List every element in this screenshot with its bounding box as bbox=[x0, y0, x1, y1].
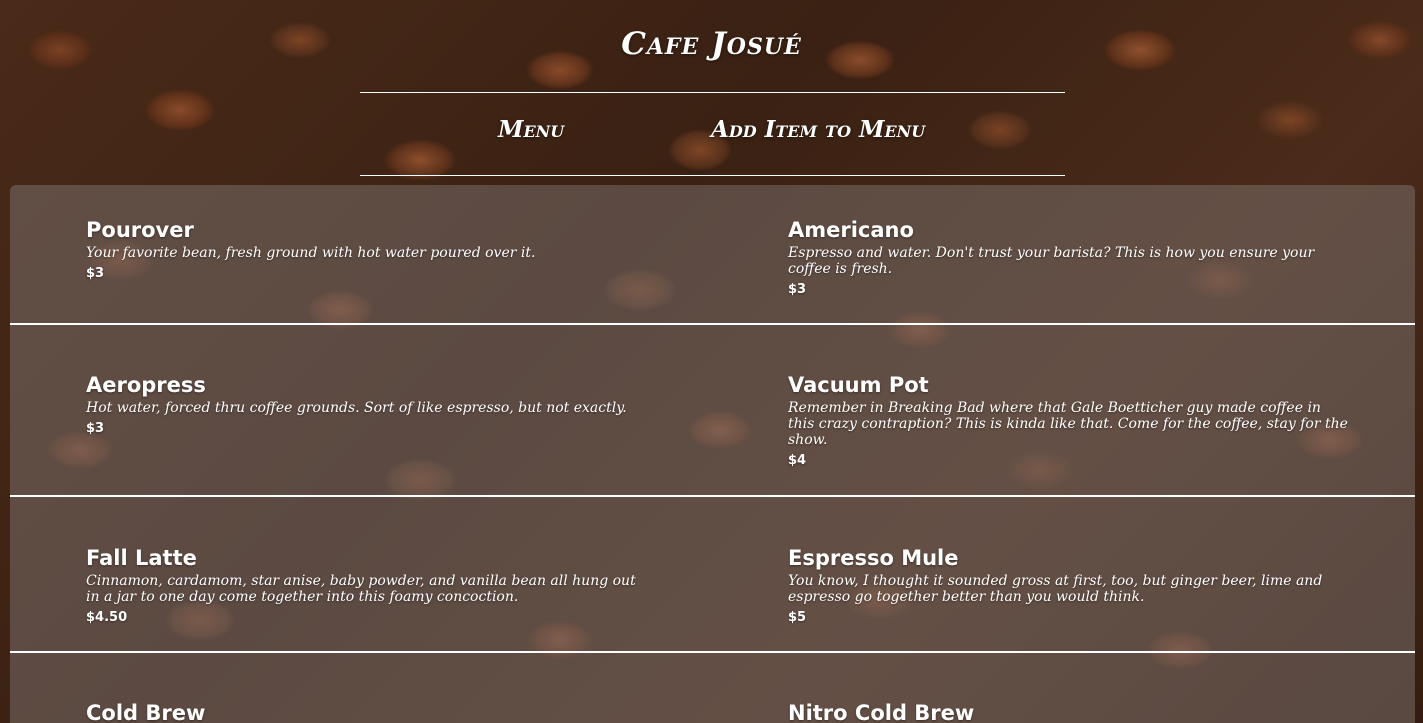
item-name: Aeropress bbox=[86, 373, 206, 397]
main-nav: Menu Add Item to Menu bbox=[0, 116, 1423, 156]
nav-add-item-link[interactable]: Add Item to Menu bbox=[711, 116, 925, 143]
item-name: Cold Brew bbox=[86, 701, 206, 723]
item-name: Pourover bbox=[86, 218, 194, 242]
header-top-divider bbox=[360, 92, 1065, 93]
menu-item: Vacuum Pot Remember in Breaking Bad wher… bbox=[788, 372, 1348, 469]
menu-item: Americano Espresso and water. Don't trus… bbox=[788, 217, 1348, 298]
item-description: Your favorite bean, fresh ground with ho… bbox=[86, 245, 536, 261]
item-name: Americano bbox=[788, 218, 914, 242]
menu-item: Pourover Your favorite bean, fresh groun… bbox=[86, 217, 646, 282]
item-name: Nitro Cold Brew bbox=[788, 701, 975, 723]
item-name: Espresso Mule bbox=[788, 546, 959, 570]
site-header: Cafe Josué Menu Add Item to Menu bbox=[0, 0, 1423, 185]
menu-item: Fall Latte Cinnamon, cardamom, star anis… bbox=[86, 545, 646, 626]
item-price: $4 bbox=[788, 453, 807, 468]
item-price: $4.50 bbox=[86, 610, 128, 625]
item-description: Espresso and water. Don't trust your bar… bbox=[788, 245, 1315, 277]
site-title: Cafe Josué bbox=[621, 26, 802, 62]
item-price: $3 bbox=[86, 421, 105, 436]
menu-item: Aeropress Hot water, forced thru coffee … bbox=[86, 372, 646, 437]
item-description: Remember in Breaking Bad where that Gale… bbox=[788, 400, 1348, 448]
item-description: Cinnamon, cardamom, star anise, baby pow… bbox=[86, 573, 636, 605]
item-description: Hot water, forced thru coffee grounds. S… bbox=[86, 400, 627, 416]
menu-row: Fall Latte Cinnamon, cardamom, star anis… bbox=[10, 497, 1415, 653]
menu-row: Pourover Your favorite bean, fresh groun… bbox=[10, 185, 1415, 325]
menu-item: Cold Brew bbox=[86, 700, 646, 723]
menu-row: Aeropress Hot water, forced thru coffee … bbox=[10, 325, 1415, 497]
nav-menu-link[interactable]: Menu bbox=[498, 116, 564, 143]
item-price: $3 bbox=[788, 282, 807, 297]
menu-row: Cold Brew Nitro Cold Brew bbox=[10, 653, 1415, 723]
item-description: You know, I thought it sounded gross at … bbox=[788, 573, 1323, 605]
item-price: $3 bbox=[86, 266, 105, 281]
header-bottom-divider bbox=[360, 175, 1065, 176]
menu-item: Nitro Cold Brew bbox=[788, 700, 1348, 723]
item-name: Vacuum Pot bbox=[788, 373, 929, 397]
item-price: $5 bbox=[788, 610, 807, 625]
item-name: Fall Latte bbox=[86, 546, 197, 570]
menu-panel: Pourover Your favorite bean, fresh groun… bbox=[10, 185, 1415, 723]
menu-item: Espresso Mule You know, I thought it sou… bbox=[788, 545, 1348, 626]
